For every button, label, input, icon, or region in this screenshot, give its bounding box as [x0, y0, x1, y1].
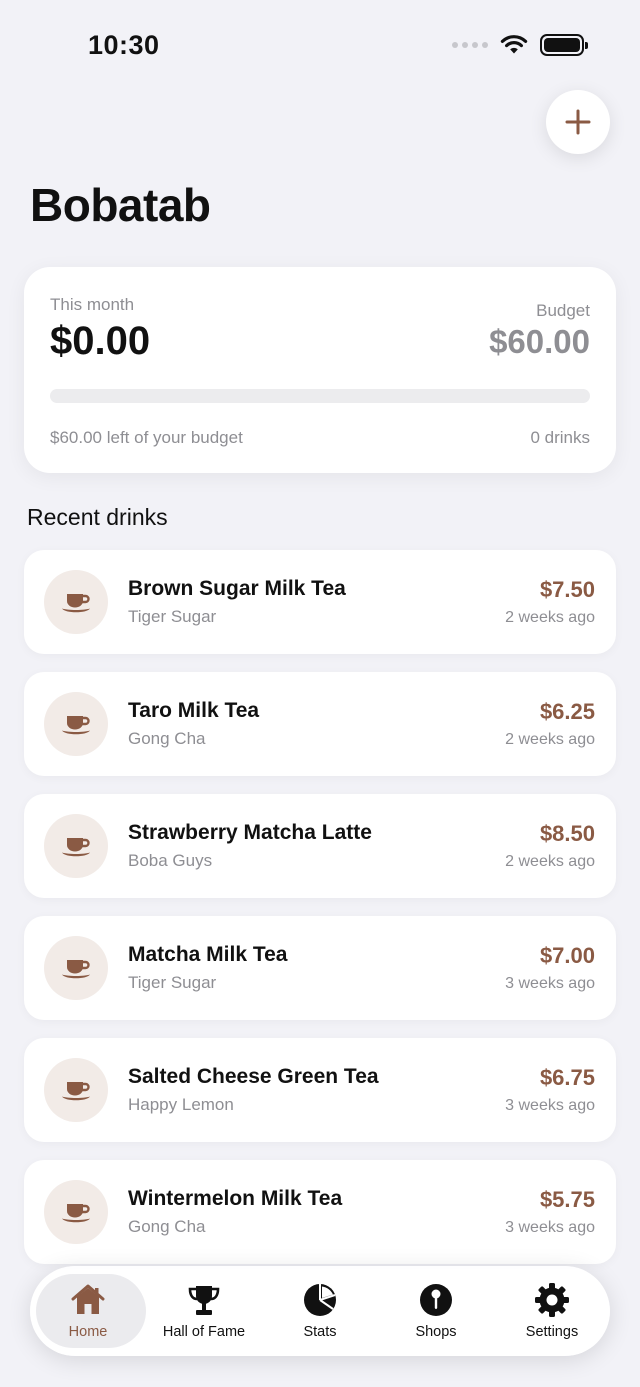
- drink-card[interactable]: Wintermelon Milk Tea Gong Cha $5.75 3 weeks…: [24, 1160, 616, 1264]
- drink-time: 3 weeks ago: [505, 975, 595, 992]
- tab-bar: Home Hall of Fame Stats Shops Settings: [30, 1266, 610, 1356]
- drink-card[interactable]: Matcha Milk Tea Tiger Sugar $7.00 3 weeks a…: [24, 916, 616, 1020]
- drink-shop: Gong Cha: [128, 1217, 206, 1236]
- tab-label: Settings: [525, 1324, 579, 1340]
- tab-label: Hall of Fame: [162, 1324, 246, 1340]
- drink-price: $6.75: [539, 1065, 595, 1090]
- tab-home[interactable]: Home: [30, 1266, 146, 1356]
- cup-icon: [62, 716, 90, 735]
- map-pin-icon: [420, 1284, 452, 1316]
- recent-drinks-title: Recent drinks: [27, 504, 168, 530]
- drink-card[interactable]: Salted Cheese Green Tea Happy Lemon $6.75 3…: [24, 1038, 616, 1142]
- budget-summary-card[interactable]: This month $0.00 Budget $60.00 $60.00 le…: [24, 267, 616, 473]
- drinks-count: 0 drinks: [530, 428, 590, 447]
- drink-card[interactable]: Strawberry Matcha Latte Boba Guys $8.50 2 w…: [24, 794, 616, 898]
- drink-price: $7.00: [539, 943, 595, 968]
- drink-avatar: [44, 1180, 108, 1244]
- drink-shop: Tiger Sugar: [128, 973, 217, 992]
- drink-price: $8.50: [539, 821, 595, 846]
- month-total: $0.00: [50, 319, 151, 363]
- drink-name: Taro Milk Tea: [128, 699, 260, 722]
- drink-price: $6.25: [539, 699, 595, 724]
- page-title: Bobatab: [30, 179, 211, 231]
- budget-progress-bar: [50, 389, 590, 403]
- cup-icon: [62, 960, 90, 979]
- drink-avatar: [44, 1058, 108, 1122]
- drink-card[interactable]: Brown Sugar Milk Tea Tiger Sugar $7.50 2 we…: [24, 550, 616, 654]
- budget-value: $60.00: [489, 323, 590, 360]
- add-drink-button[interactable]: [546, 90, 610, 154]
- trophy-icon: [188, 1286, 220, 1315]
- drink-avatar: [44, 814, 108, 878]
- drink-price: $7.50: [539, 577, 595, 602]
- drink-time: 2 weeks ago: [505, 853, 595, 870]
- status-icons: [452, 34, 588, 56]
- drink-shop: Boba Guys: [128, 851, 213, 870]
- cup-icon: [62, 838, 90, 857]
- cellular-signal-icon: [452, 42, 488, 48]
- drink-name: Strawberry Matcha Latte: [128, 821, 372, 844]
- tab-label: Shops: [415, 1324, 457, 1340]
- status-time: 10:30: [88, 30, 160, 60]
- drink-avatar: [44, 692, 108, 756]
- month-label: This month: [50, 295, 135, 314]
- drink-shop: Happy Lemon: [128, 1095, 234, 1114]
- tab-settings[interactable]: Settings: [494, 1266, 610, 1356]
- budget-label: Budget: [536, 301, 590, 320]
- drink-time: 3 weeks ago: [505, 1097, 595, 1114]
- plus-icon: [565, 109, 591, 135]
- drink-name: Wintermelon Milk Tea: [128, 1187, 343, 1210]
- drink-card[interactable]: Taro Milk Tea Gong Cha $6.25 2 weeks ago: [24, 672, 616, 776]
- battery-icon: [540, 34, 588, 56]
- recent-drinks-list: Brown Sugar Milk Tea Tiger Sugar $7.50 2 we…: [24, 550, 616, 1282]
- drink-avatar: [44, 936, 108, 1000]
- drink-name: Brown Sugar Milk Tea: [128, 577, 346, 600]
- drink-time: 2 weeks ago: [505, 609, 595, 626]
- drink-time: 2 weeks ago: [505, 731, 595, 748]
- cup-icon: [62, 1082, 90, 1101]
- cup-icon: [62, 594, 90, 613]
- wifi-icon: [500, 35, 528, 54]
- tab-hall-of-fame[interactable]: Hall of Fame: [146, 1266, 262, 1356]
- pie-chart-icon: [304, 1284, 336, 1316]
- tab-stats[interactable]: Stats: [262, 1266, 378, 1356]
- tab-label: Home: [68, 1324, 108, 1340]
- drink-time: 3 weeks ago: [505, 1219, 595, 1236]
- tab-shops[interactable]: Shops: [378, 1266, 494, 1356]
- drink-name: Matcha Milk Tea: [128, 943, 288, 966]
- drink-avatar: [44, 570, 108, 634]
- house-icon: [71, 1284, 105, 1314]
- budget-remaining-text: $60.00 left of your budget: [50, 428, 243, 447]
- tab-label: Stats: [303, 1324, 337, 1340]
- cup-icon: [62, 1204, 90, 1223]
- status-bar: 10:30: [0, 0, 640, 90]
- drink-name: Salted Cheese Green Tea: [128, 1065, 379, 1088]
- drink-shop: Tiger Sugar: [128, 607, 217, 626]
- drink-shop: Gong Cha: [128, 729, 206, 748]
- gear-icon: [535, 1283, 569, 1317]
- drink-price: $5.75: [539, 1187, 595, 1212]
